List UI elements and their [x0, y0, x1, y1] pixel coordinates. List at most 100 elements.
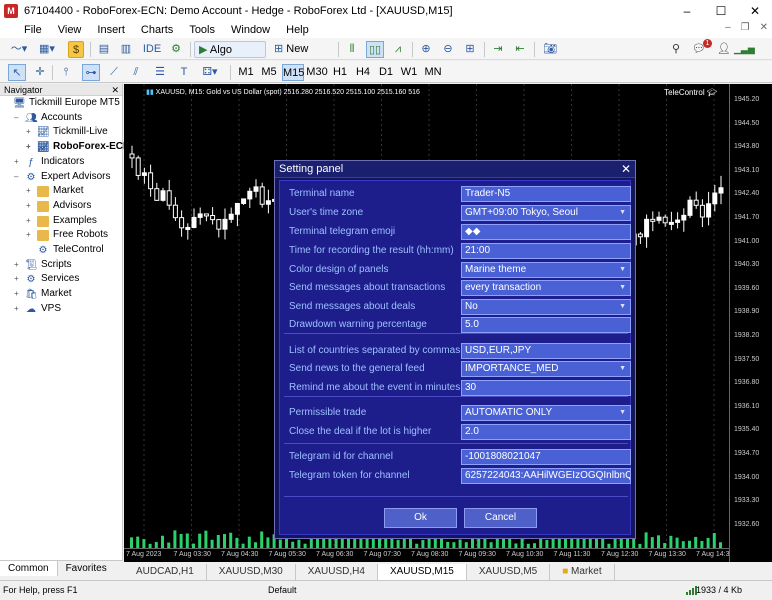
- setting-dropdown[interactable]: GMT+09:00 Tokyo, Seoul ▼: [461, 205, 631, 221]
- horizontal-line-icon[interactable]: ⊶: [82, 64, 100, 81]
- expand-toggle-icon[interactable]: +: [14, 258, 23, 272]
- tab-favorites[interactable]: Favorites: [58, 561, 115, 576]
- navigator-item[interactable]: – 👥︎ Accounts: [14, 111, 82, 125]
- menu-help[interactable]: Help: [278, 24, 317, 36]
- cursor-icon[interactable]: ↖: [8, 64, 26, 81]
- expand-toggle-icon[interactable]: +: [14, 272, 23, 286]
- menu-view[interactable]: View: [50, 24, 90, 36]
- vertical-line-icon[interactable]: ⫯: [58, 64, 74, 81]
- zoom-out-icon[interactable]: ⊖: [440, 41, 456, 58]
- setting-input[interactable]: USD,EUR,JPY: [461, 343, 631, 359]
- fibonacci-icon[interactable]: ☰: [152, 64, 168, 81]
- timeframe-m30[interactable]: M30: [306, 64, 328, 81]
- cancel-button[interactable]: Cancel: [464, 508, 537, 528]
- algo-trading-button[interactable]: ▶ Algo Trading: [194, 41, 266, 73]
- ok-button[interactable]: Ok: [384, 508, 457, 528]
- chart-shift-icon[interactable]: ⇥: [490, 41, 506, 58]
- navigator-item[interactable]: ⚙ TeleControl: [26, 243, 104, 257]
- navigator-item[interactable]: + 📈︎ RoboForex-ECN: [26, 140, 130, 154]
- navigator-item[interactable]: + 📜︎ Scripts: [14, 258, 72, 272]
- expand-toggle-icon[interactable]: +: [26, 214, 35, 228]
- dropdown-arrow-icon[interactable]: ▼: [619, 281, 626, 295]
- shapes-icon[interactable]: ⚃▾: [198, 64, 222, 81]
- setting-dropdown[interactable]: AUTOMATIC ONLY ▼: [461, 405, 631, 421]
- market-watch-icon[interactable]: ▥: [118, 41, 134, 58]
- expand-toggle-icon[interactable]: +: [14, 302, 23, 316]
- navigator-item[interactable]: + 🛍︎ Market: [14, 287, 72, 301]
- expand-toggle-icon[interactable]: +: [26, 228, 35, 242]
- setting-dropdown[interactable]: No ▼: [461, 299, 631, 315]
- trend-line-icon[interactable]: ⟋: [106, 64, 122, 81]
- new-order-button[interactable]: ⊞ New Order: [272, 41, 334, 72]
- timeframe-h4[interactable]: H4: [353, 64, 373, 81]
- dropdown-arrow-icon[interactable]: ▼: [619, 263, 626, 277]
- crosshair-icon[interactable]: ✛: [32, 64, 48, 81]
- navigator-item[interactable]: + ⚙ Services: [14, 272, 79, 286]
- screenshot-icon[interactable]: 📷︎: [542, 41, 558, 58]
- mdi-close-icon[interactable]: ✕: [760, 22, 768, 33]
- navigator-item[interactable]: + Advisors: [26, 199, 91, 213]
- menu-file[interactable]: File: [0, 24, 50, 36]
- navigator-item[interactable]: + Examples: [26, 214, 97, 228]
- expand-toggle-icon[interactable]: +: [14, 287, 23, 301]
- navigator-item[interactable]: + Market: [26, 184, 84, 198]
- candlestick-chart-icon[interactable]: ▯▯: [366, 41, 384, 58]
- zoom-in-icon[interactable]: ⊕: [418, 41, 434, 58]
- minimize-button[interactable]: –: [670, 0, 704, 22]
- close-window-button[interactable]: ✕: [738, 0, 772, 22]
- expand-toggle-icon[interactable]: –: [14, 170, 23, 184]
- chart-tab-xauusd-m15[interactable]: XAUUSD,M15: [377, 564, 467, 580]
- navigator-item[interactable]: + Free Robots: [26, 228, 108, 242]
- expand-toggle-icon[interactable]: +: [14, 155, 23, 169]
- chart-tab-xauusd-m30[interactable]: XAUUSD,M30: [207, 564, 296, 580]
- setting-dropdown[interactable]: Marine theme ▼: [461, 262, 631, 278]
- timeframe-h1[interactable]: H1: [330, 64, 350, 81]
- setting-dropdown[interactable]: IMPORTANCE_MED ▼: [461, 361, 631, 377]
- line-chart-icon[interactable]: ⩘: [390, 41, 406, 58]
- chart-tab-xauusd-h4[interactable]: XAUUSD,H4: [296, 564, 378, 580]
- timeframe-m15[interactable]: M15: [282, 64, 304, 81]
- bar-chart-icon[interactable]: ⫴: [344, 41, 360, 58]
- setting-input[interactable]: -1001808021047: [461, 449, 631, 465]
- setting-input[interactable]: 2.0: [461, 424, 631, 440]
- chart-templates-icon[interactable]: ▦▾: [36, 41, 58, 58]
- timeframe-d1[interactable]: D1: [376, 64, 396, 81]
- chart-tab-xauusd-m5[interactable]: XAUUSD,M5: [467, 564, 551, 580]
- menu-tools[interactable]: Tools: [181, 24, 223, 36]
- dropdown-arrow-icon[interactable]: ▼: [619, 362, 626, 376]
- dropdown-arrow-icon[interactable]: ▼: [619, 406, 626, 420]
- strategy-tester-icon[interactable]: ⚙: [168, 41, 184, 58]
- setting-dropdown[interactable]: every transaction ▼: [461, 280, 631, 296]
- maximize-button[interactable]: ☐: [704, 0, 738, 22]
- ide-button[interactable]: IDE: [142, 41, 162, 58]
- menu-insert[interactable]: Insert: [89, 24, 133, 36]
- expand-toggle-icon[interactable]: –: [14, 111, 23, 125]
- menu-charts[interactable]: Charts: [133, 24, 181, 36]
- navigator-item[interactable]: + ƒ Indicators: [14, 155, 84, 169]
- account-icon[interactable]: 👤︎: [716, 41, 732, 58]
- dropdown-arrow-icon[interactable]: ▼: [619, 300, 626, 314]
- mdi-restore-icon[interactable]: ❐: [741, 22, 750, 33]
- navigator-item[interactable]: 🖥︎ Tickmill Europe MT5: [2, 96, 120, 110]
- tile-windows-icon[interactable]: ⊞: [462, 41, 478, 58]
- navigator-item[interactable]: + ☁︎ VPS: [14, 302, 61, 316]
- market-icon[interactable]: $: [68, 41, 84, 58]
- expand-toggle-icon[interactable]: +: [26, 125, 35, 139]
- setting-input[interactable]: 6257224043:AAHilWGEIzOGQInlbnQwZ: [461, 468, 631, 484]
- expand-toggle-icon[interactable]: +: [26, 184, 35, 198]
- dialog-close-icon[interactable]: ✕: [621, 161, 631, 178]
- setting-input[interactable]: Trader-N5: [461, 186, 631, 202]
- setting-input[interactable]: ◆◆: [461, 224, 631, 240]
- navigator-item[interactable]: – ⚙ Expert Advisors: [14, 170, 110, 184]
- navigator-close-icon[interactable]: ✕: [111, 84, 119, 96]
- navigator-item[interactable]: + 📈︎ Tickmill-Live: [26, 125, 108, 139]
- search-icon[interactable]: ⚲: [668, 41, 684, 58]
- dropdown-arrow-icon[interactable]: ▼: [619, 206, 626, 220]
- new-chart-icon[interactable]: 〜▾: [8, 41, 30, 58]
- timeframe-mn[interactable]: MN: [422, 64, 444, 81]
- expand-toggle-icon[interactable]: +: [26, 199, 35, 213]
- expand-toggle-icon[interactable]: +: [26, 140, 35, 154]
- text-tool-icon[interactable]: T: [176, 64, 192, 81]
- timeframe-m5[interactable]: M5: [259, 64, 279, 81]
- setting-input[interactable]: 21:00: [461, 243, 631, 259]
